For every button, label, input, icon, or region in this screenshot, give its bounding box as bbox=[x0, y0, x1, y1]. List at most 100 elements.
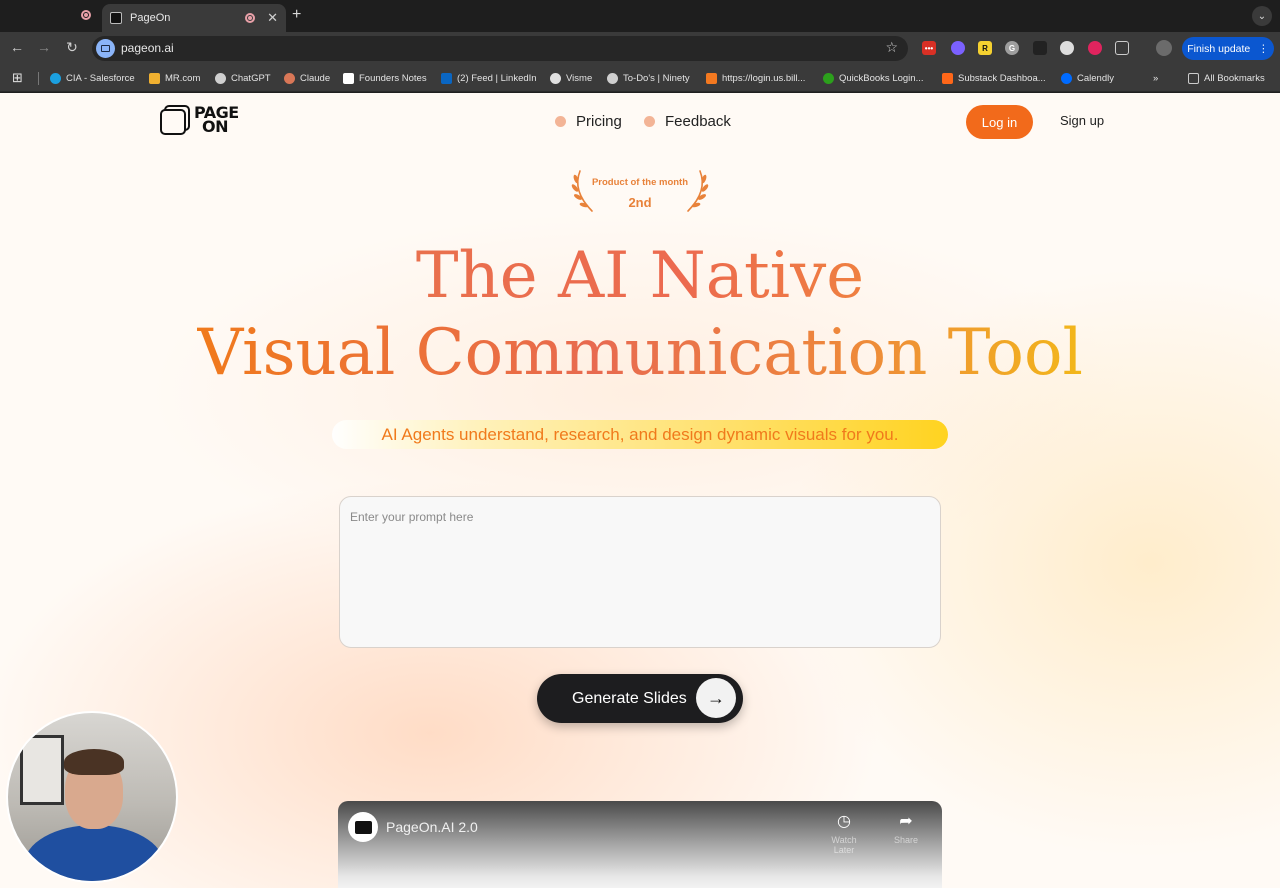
hero-line-1-text: The AI Native bbox=[415, 239, 865, 313]
substack-icon bbox=[942, 72, 953, 84]
bookmark-founders-notes[interactable]: Founders Notes bbox=[343, 71, 427, 85]
browser-tab-bar: PageOn ✕ + ⌄ bbox=[0, 0, 1280, 32]
bookmark-substack[interactable]: Substack Dashboa... bbox=[942, 71, 1046, 85]
all-bookmarks-button[interactable]: All Bookmarks bbox=[1188, 71, 1265, 85]
presenter-webcam-overlay bbox=[6, 711, 178, 883]
extension-purple-icon[interactable] bbox=[951, 41, 965, 55]
bookmark-label: CIA - Salesforce bbox=[66, 72, 135, 84]
calendly-icon bbox=[1061, 72, 1072, 84]
bookmark-label: QuickBooks Login... bbox=[839, 72, 924, 84]
extensions-puzzle-icon[interactable] bbox=[1115, 41, 1129, 55]
bookmark-label: https://login.us.bill... bbox=[722, 72, 806, 84]
mr-icon bbox=[149, 72, 160, 84]
record-icon bbox=[81, 10, 91, 20]
bookmark-label: Visme bbox=[566, 72, 593, 84]
generate-slides-button[interactable]: Generate Slides → bbox=[537, 674, 743, 723]
hero-heading-line-2: Visual Communication Tool bbox=[0, 317, 1280, 389]
channel-avatar[interactable] bbox=[348, 812, 378, 842]
apps-grid-icon[interactable]: ⊞ bbox=[12, 70, 23, 85]
new-tab-button[interactable]: + bbox=[292, 6, 301, 24]
bookmark-cia-salesforce[interactable]: CIA - Salesforce bbox=[50, 71, 135, 85]
pageon-landing-page: PAGE ON Pricing Feedback Log in Sign up bbox=[0, 93, 1280, 888]
bookmark-visme[interactable]: Visme bbox=[550, 71, 592, 85]
bullet-dot-icon bbox=[644, 116, 655, 127]
bookmark-label: ChatGPT bbox=[231, 72, 271, 84]
extension-grammarly-icon[interactable]: G bbox=[1005, 41, 1019, 55]
hero-heading-line-1: The AI Native bbox=[0, 240, 1280, 312]
share-button[interactable]: ➦ Share bbox=[884, 811, 928, 845]
bookmark-label: MR.com bbox=[165, 72, 201, 84]
founders-notes-icon bbox=[343, 72, 354, 84]
bookmark-chatgpt[interactable]: ChatGPT bbox=[215, 71, 271, 85]
share-label: Share bbox=[893, 835, 919, 845]
forward-button[interactable]: → bbox=[35, 39, 53, 55]
folder-icon bbox=[1188, 72, 1199, 84]
bookmarks-divider bbox=[38, 72, 39, 85]
back-button[interactable]: ← bbox=[8, 39, 26, 55]
video-title[interactable]: PageOn.AI 2.0 bbox=[386, 819, 478, 835]
logo-wordmark: PAGE ON bbox=[194, 105, 239, 136]
watch-later-label: Watch Later bbox=[831, 835, 857, 855]
reload-button[interactable]: ↻ bbox=[63, 39, 81, 56]
bullet-dot-icon bbox=[555, 116, 566, 127]
all-bookmarks-label: All Bookmarks bbox=[1204, 72, 1265, 84]
login-button[interactable]: Log in bbox=[966, 105, 1033, 139]
site-info-icon[interactable] bbox=[96, 39, 115, 58]
tab-close-icon[interactable]: ✕ bbox=[267, 10, 278, 26]
finish-update-button[interactable]: Finish update ⋮ bbox=[1182, 37, 1274, 60]
profile-avatar[interactable] bbox=[1156, 40, 1172, 56]
address-bar[interactable]: pageon.ai ☆ bbox=[92, 36, 908, 61]
bookmark-label: To-Do's | Ninety bbox=[623, 72, 690, 84]
finish-update-label: Finish update bbox=[1187, 42, 1251, 55]
nav-link-label: Pricing bbox=[576, 113, 622, 130]
arrow-right-icon: → bbox=[696, 678, 736, 718]
extension-shield-icon[interactable] bbox=[1033, 41, 1047, 55]
chatgpt-icon bbox=[215, 72, 226, 84]
award-rank: 2nd bbox=[628, 195, 652, 210]
more-menu-icon: ⋮ bbox=[1258, 42, 1269, 55]
bill-icon bbox=[706, 72, 717, 84]
logo-line-2: ON bbox=[202, 117, 228, 136]
signup-link[interactable]: Sign up bbox=[1060, 113, 1104, 128]
prompt-input[interactable] bbox=[339, 496, 941, 648]
pageon-favicon-icon bbox=[110, 12, 122, 24]
extension-red-icon[interactable]: ••• bbox=[922, 41, 936, 55]
bookmark-linkedin[interactable]: (2) Feed | LinkedIn bbox=[441, 71, 537, 85]
salesforce-icon bbox=[50, 72, 61, 84]
presenter-hair bbox=[64, 749, 124, 775]
extension-chat-icon[interactable] bbox=[1060, 41, 1074, 55]
bookmark-claude[interactable]: Claude bbox=[284, 71, 330, 85]
bookmark-bill[interactable]: https://login.us.bill... bbox=[706, 71, 805, 85]
tab-title: PageOn bbox=[130, 12, 171, 24]
bookmark-calendly[interactable]: Calendly bbox=[1061, 71, 1114, 85]
award-title: Product of the month bbox=[591, 177, 689, 188]
extension-pink-icon[interactable] bbox=[1088, 41, 1102, 55]
browser-tab-pageon[interactable]: PageOn ✕ bbox=[102, 4, 286, 32]
nav-link-pricing[interactable]: Pricing bbox=[555, 113, 622, 130]
tab-search-button[interactable]: ⌄ bbox=[1252, 6, 1272, 26]
pageon-logo-mark-icon bbox=[160, 105, 190, 135]
pinned-tab-record[interactable] bbox=[75, 4, 97, 26]
watch-later-button[interactable]: ◷ Watch Later bbox=[822, 811, 866, 855]
bookmark-star-icon[interactable]: ☆ bbox=[885, 39, 898, 56]
bookmarks-overflow-icon[interactable]: » bbox=[1153, 71, 1158, 85]
linkedin-icon bbox=[441, 72, 452, 84]
nav-link-feedback[interactable]: Feedback bbox=[644, 113, 731, 130]
bookmark-label: Calendly bbox=[1077, 72, 1114, 84]
recording-indicator-icon bbox=[245, 13, 256, 23]
intro-video-player[interactable]: PageOn.AI 2.0 ◷ Watch Later ➦ Share bbox=[338, 801, 942, 888]
hero-tagline: AI Agents understand, research, and desi… bbox=[332, 420, 948, 449]
pageon-logo[interactable]: PAGE ON bbox=[160, 105, 239, 135]
nav-link-label: Feedback bbox=[665, 113, 731, 130]
bookmark-quickbooks[interactable]: QuickBooks Login... bbox=[823, 71, 924, 85]
extension-r-icon[interactable]: R bbox=[978, 41, 992, 55]
ninety-icon bbox=[607, 72, 618, 84]
visme-icon bbox=[550, 72, 561, 84]
claude-icon bbox=[284, 72, 295, 84]
presenter-body bbox=[24, 825, 164, 881]
bookmark-ninety[interactable]: To-Do's | Ninety bbox=[607, 71, 690, 85]
share-icon: ➦ bbox=[899, 813, 913, 830]
hero-line-2-text: Visual Communication Tool bbox=[197, 316, 1083, 390]
bookmark-mr-com[interactable]: MR.com bbox=[149, 71, 200, 85]
clock-icon: ◷ bbox=[837, 813, 851, 830]
